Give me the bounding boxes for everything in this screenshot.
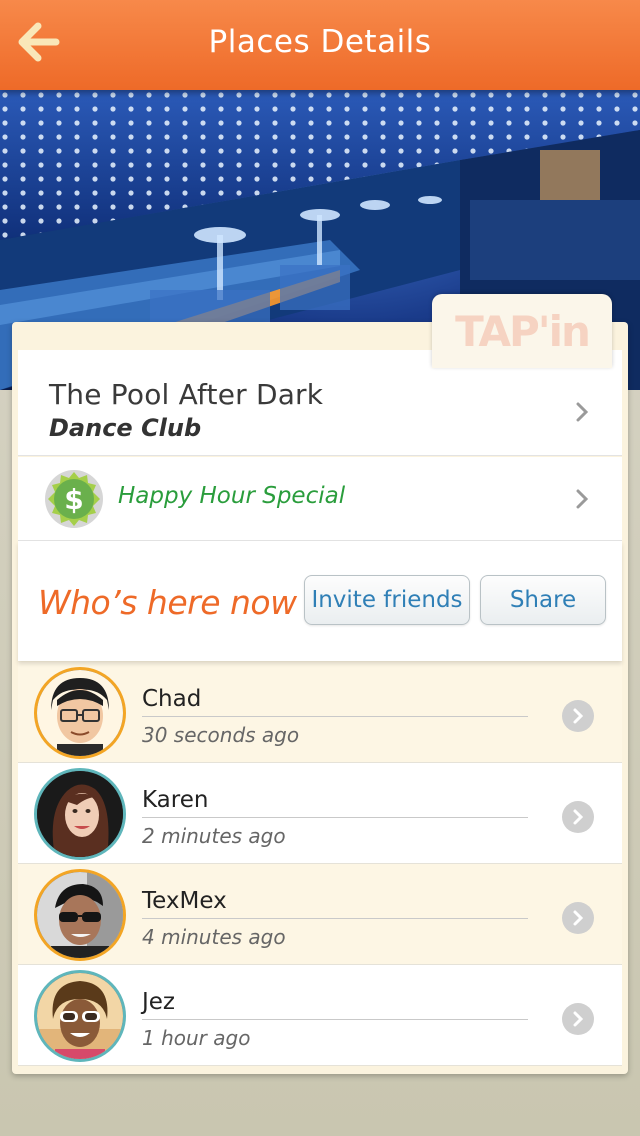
avatar — [34, 768, 126, 860]
friend-time: 30 seconds ago — [142, 723, 300, 747]
logo-text: TAP'in — [455, 306, 591, 356]
whos-here-title: Who’s here now — [38, 583, 297, 622]
divider — [142, 817, 528, 818]
list-item[interactable]: Chad 30 seconds ago — [18, 662, 622, 763]
friend-name: Jez — [142, 989, 176, 1015]
friend-name: Karen — [142, 787, 209, 813]
svg-text:$: $ — [64, 483, 83, 516]
friend-time: 4 minutes ago — [142, 925, 286, 949]
special-label: Happy Hour Special — [118, 483, 346, 509]
list-item[interactable]: TexMex 4 minutes ago — [18, 864, 622, 965]
tapin-logo: TAP'in — [432, 294, 612, 368]
list-item[interactable]: Jez 1 hour ago — [18, 965, 622, 1066]
place-type: Dance Club — [49, 414, 202, 442]
dollar-badge-icon: $ — [44, 469, 104, 529]
friend-time: 2 minutes ago — [142, 824, 286, 848]
chevron-right-icon — [562, 700, 594, 732]
special-row[interactable]: $ Happy Hour Special — [18, 457, 622, 541]
avatar — [34, 667, 126, 759]
friend-time: 1 hour ago — [142, 1026, 251, 1050]
friend-name: Chad — [142, 686, 202, 712]
friends-list: Chad 30 seconds ago Karen 2 minutes ago — [18, 662, 622, 1066]
divider — [142, 1019, 528, 1020]
share-button[interactable]: Share — [480, 575, 606, 625]
chevron-right-icon — [572, 489, 592, 509]
nav-bar: Places Details — [0, 0, 640, 90]
place-name: The Pool After Dark — [49, 378, 324, 411]
chevron-right-icon — [562, 801, 594, 833]
chevron-right-icon — [572, 402, 592, 422]
friend-name: TexMex — [142, 888, 227, 914]
divider — [142, 918, 528, 919]
chevron-right-icon — [562, 1003, 594, 1035]
chevron-right-icon — [562, 902, 594, 934]
invite-friends-button[interactable]: Invite friends — [304, 575, 470, 625]
avatar — [34, 970, 126, 1062]
avatar — [34, 869, 126, 961]
list-item[interactable]: Karen 2 minutes ago — [18, 763, 622, 864]
divider — [142, 716, 528, 717]
page-title: Places Details — [208, 24, 432, 60]
whos-here-header: Who’s here now Invite friends Share — [18, 541, 622, 661]
